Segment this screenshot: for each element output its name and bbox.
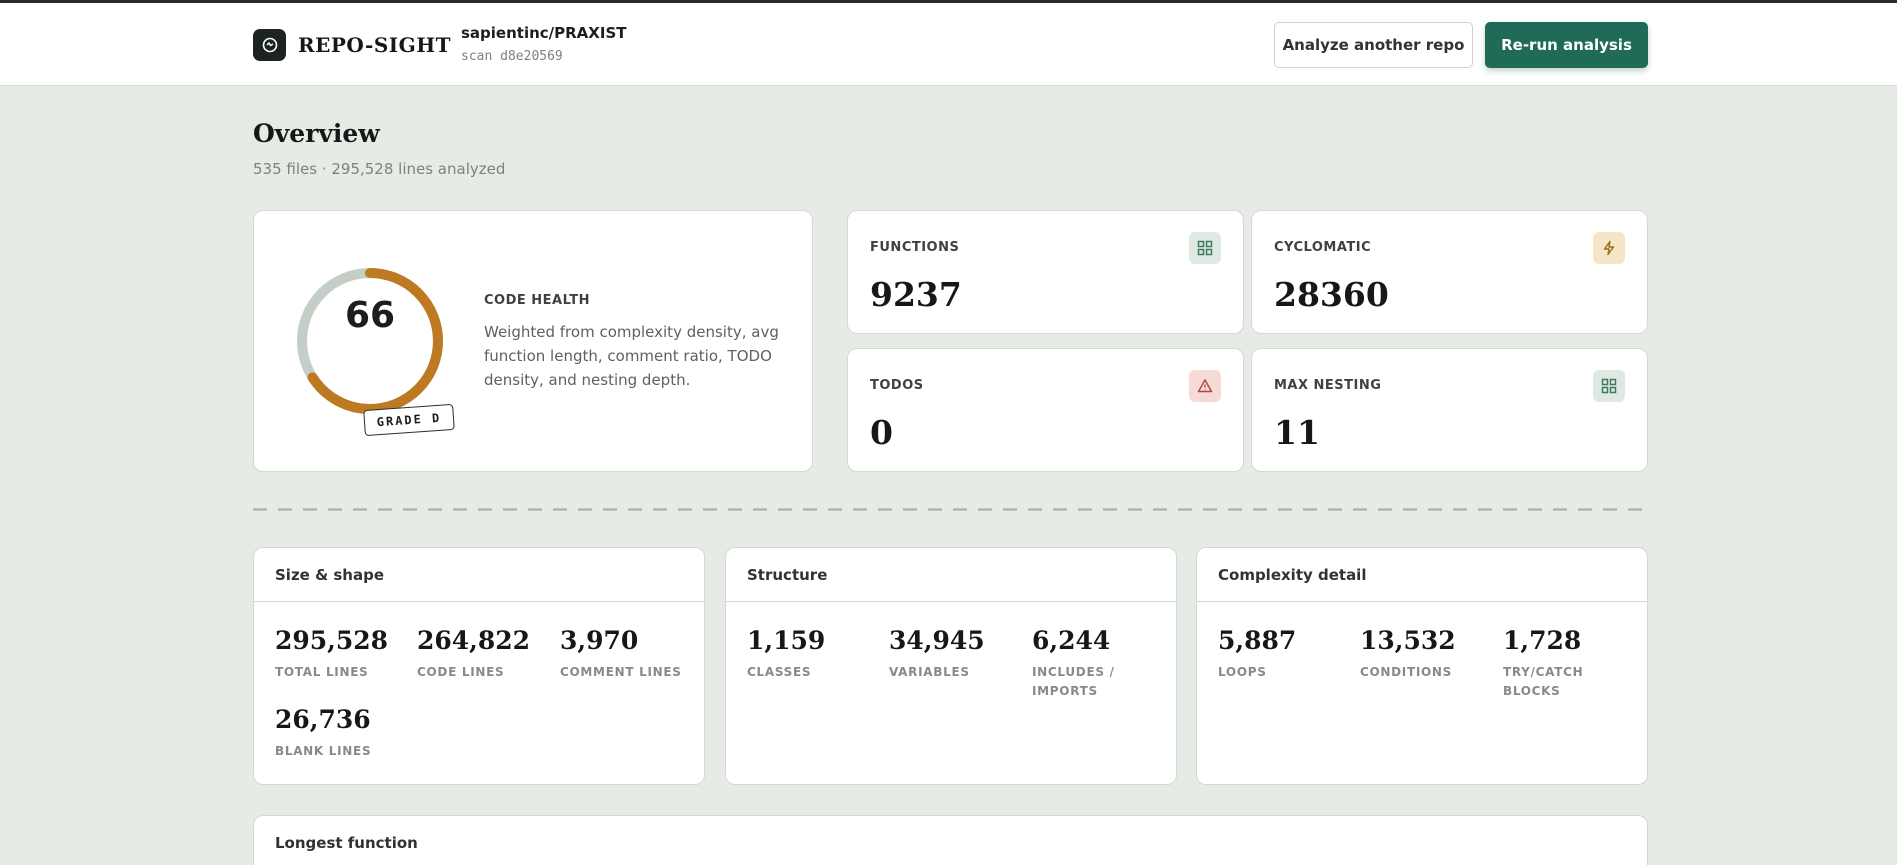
- metric-conditions: 13,532 CONDITIONS: [1360, 626, 1500, 682]
- panel-title: Longest function: [275, 834, 418, 852]
- scan-id: scan d8e20569: [461, 49, 563, 64]
- stat-value: 0: [870, 413, 893, 452]
- stat-label: TODOS: [870, 378, 924, 393]
- brand[interactable]: REPO-SIGHT: [253, 29, 451, 61]
- metric-label: COMMENT LINES: [560, 665, 682, 679]
- health-gauge: 66 GRADE D: [294, 265, 455, 437]
- rerun-analysis-button[interactable]: Re-run analysis: [1485, 22, 1648, 68]
- stat-card-todos: TODOS 0: [847, 348, 1244, 472]
- longest-function-panel: Longest function: [253, 815, 1648, 865]
- repo-name: sapientinc/PRAXIST: [461, 24, 627, 42]
- code-health-card: 66 GRADE D CODE HEALTH Weighted from com…: [253, 210, 813, 472]
- app-header: REPO-SIGHT sapientinc/PRAXIST scan d8e20…: [0, 3, 1897, 86]
- metric-blank-lines: 26,736 BLANK LINES: [275, 705, 415, 761]
- code-health-description: Weighted from complexity density, avg fu…: [484, 323, 779, 389]
- code-health-label: CODE HEALTH: [484, 293, 590, 308]
- metric-value: 1,728: [1503, 626, 1582, 655]
- stat-value: 9237: [870, 275, 962, 314]
- metric-label: CLASSES: [747, 665, 812, 679]
- panel-title: Complexity detail: [1197, 548, 1647, 602]
- stat-value: 11: [1274, 413, 1320, 452]
- page-subtitle: 535 files · 295,528 lines analyzed: [253, 160, 506, 178]
- grade-badge: GRADE D: [363, 403, 455, 437]
- metric-label: CODE LINES: [417, 665, 505, 679]
- metric-label: BLANK LINES: [275, 744, 372, 758]
- lightning-icon: [1593, 232, 1625, 264]
- stat-value: 28360: [1274, 275, 1389, 314]
- section-divider: [253, 508, 1646, 511]
- metric-label: CONDITIONS: [1360, 665, 1453, 679]
- metric-total-lines: 295,528 TOTAL LINES: [275, 626, 415, 682]
- metric-value: 6,244: [1032, 626, 1111, 655]
- metric-label: INCLUDES / IMPORTS: [1032, 665, 1115, 698]
- structure-panel: Structure 1,159 CLASSES 34,945 VARIABLES…: [725, 547, 1177, 785]
- metric-includes-imports: 6,244 INCLUDES / IMPORTS: [1032, 626, 1142, 701]
- metric-label: LOOPS: [1218, 665, 1267, 679]
- grid-icon: [1593, 370, 1625, 402]
- health-score: 66: [344, 295, 396, 336]
- panel-title: Structure: [726, 548, 1176, 602]
- metric-label: TOTAL LINES: [275, 665, 369, 679]
- panel-title: Size & shape: [254, 548, 704, 602]
- grid-icon: [1189, 232, 1221, 264]
- stat-card-max-nesting: MAX NESTING 11: [1251, 348, 1648, 472]
- stat-card-cyclomatic: CYCLOMATIC 28360: [1251, 210, 1648, 334]
- stat-card-functions: FUNCTIONS 9237: [847, 210, 1244, 334]
- metric-try-catch-blocks: 1,728 TRY/CATCH BLOCKS: [1503, 626, 1603, 701]
- stat-label: CYCLOMATIC: [1274, 240, 1372, 255]
- stat-label: MAX NESTING: [1274, 378, 1382, 393]
- metric-value: 13,532: [1360, 626, 1456, 655]
- brand-name: REPO-SIGHT: [298, 33, 452, 57]
- page-title: Overview: [253, 119, 380, 148]
- metric-value: 264,822: [417, 626, 531, 655]
- metric-code-lines: 264,822 CODE LINES: [417, 626, 557, 682]
- warning-icon: [1189, 370, 1221, 402]
- metric-classes: 1,159 CLASSES: [747, 626, 887, 682]
- metric-value: 5,887: [1218, 626, 1297, 655]
- metric-label: TRY/CATCH BLOCKS: [1503, 665, 1584, 698]
- metric-value: 26,736: [275, 705, 371, 734]
- metric-variables: 34,945 VARIABLES: [889, 626, 1029, 682]
- repo-info: sapientinc/PRAXIST scan d8e20569: [461, 24, 626, 64]
- metric-value: 3,970: [560, 626, 639, 655]
- size-shape-panel: Size & shape 295,528 TOTAL LINES 264,822…: [253, 547, 705, 785]
- metric-loops: 5,887 LOOPS: [1218, 626, 1358, 682]
- logo-icon: [253, 29, 286, 61]
- metric-value: 34,945: [889, 626, 985, 655]
- stat-label: FUNCTIONS: [870, 240, 960, 255]
- metric-label: VARIABLES: [889, 665, 970, 679]
- complexity-detail-panel: Complexity detail 5,887 LOOPS 13,532 CON…: [1196, 547, 1648, 785]
- metric-value: 295,528: [275, 626, 389, 655]
- metric-value: 1,159: [747, 626, 826, 655]
- analyze-another-repo-button[interactable]: Analyze another repo: [1274, 22, 1473, 68]
- metric-comment-lines: 3,970 COMMENT LINES: [560, 626, 700, 682]
